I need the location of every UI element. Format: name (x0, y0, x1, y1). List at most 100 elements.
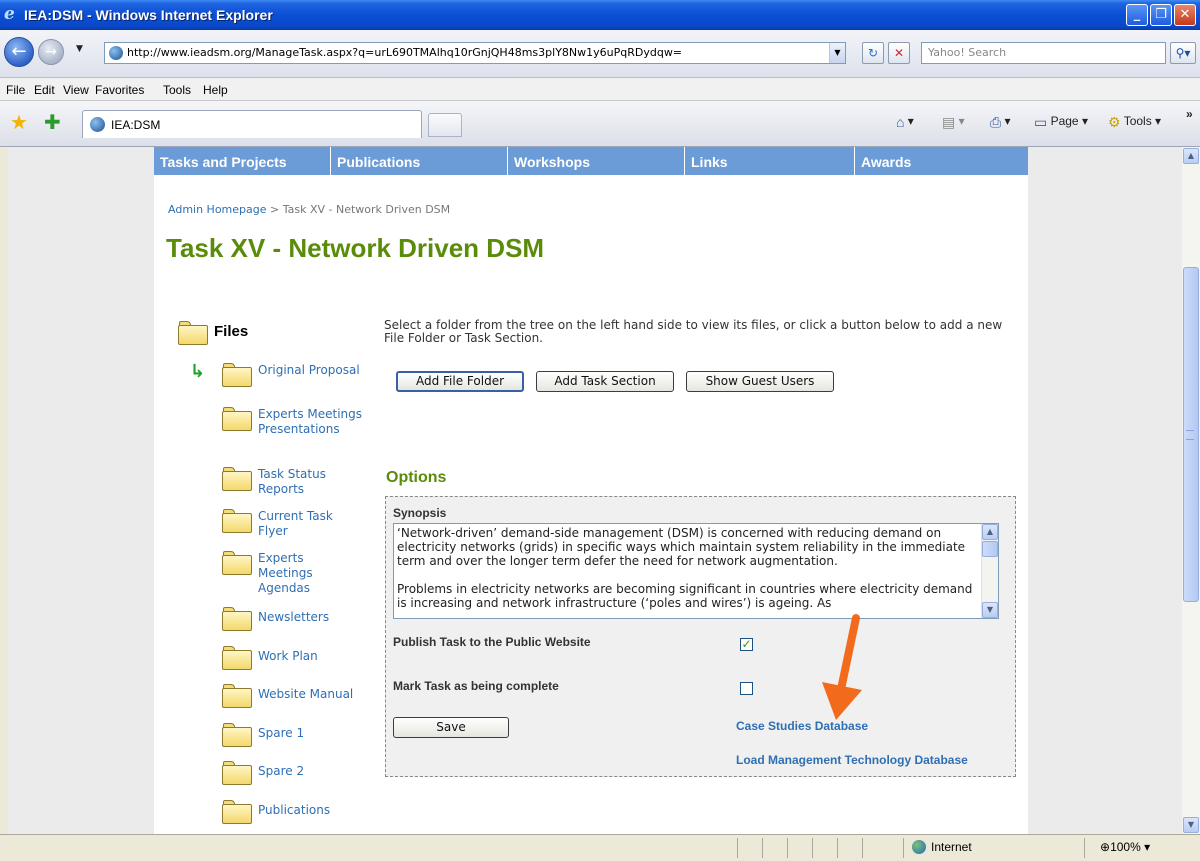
intro-text: Select a folder from the tree on the lef… (384, 318, 1003, 345)
page-scroll-up-icon[interactable]: ▲ (1183, 148, 1199, 164)
nav-links[interactable]: Links (685, 147, 855, 175)
globe-icon (912, 840, 926, 854)
site-favicon-icon (109, 46, 123, 60)
add-file-folder-button[interactable]: Add File Folder (396, 371, 524, 392)
menu-file[interactable]: File (6, 83, 25, 97)
page-scroll-down-icon[interactable]: ▼ (1183, 817, 1199, 833)
url-dropdown-icon[interactable]: ▼ (829, 43, 845, 63)
menu-help[interactable]: Help (203, 83, 228, 97)
ie-logo-icon: e (4, 4, 15, 24)
breadcrumb-separator: > (270, 203, 280, 216)
feeds-button[interactable]: ▤ ▾ (942, 114, 965, 131)
minimize-button[interactable]: _ (1126, 4, 1148, 26)
menu-favorites[interactable]: Favorites (95, 83, 144, 97)
menu-tools[interactable]: Tools (163, 83, 191, 97)
save-button[interactable]: Save (393, 717, 509, 738)
page-menu-button[interactable]: ▭ Page ▾ (1034, 114, 1088, 131)
synopsis-scrollbar[interactable]: ▲ ▼ (981, 524, 998, 618)
page-title: Task XV - Network Driven DSM (166, 233, 545, 263)
folder-link-newsletters[interactable]: Newsletters (258, 610, 378, 625)
folder-link-work-plan[interactable]: Work Plan (258, 649, 378, 664)
close-button[interactable]: ✕ (1174, 4, 1196, 26)
search-icon: ⚲▾ (1175, 46, 1191, 60)
files-title: Files (214, 323, 249, 340)
toolbar-overflow-icon[interactable]: » (1186, 107, 1193, 121)
search-button[interactable]: ⚲▾ (1170, 42, 1196, 64)
folder-icon (222, 509, 252, 533)
folder-link-original-proposal[interactable]: Original Proposal (258, 363, 378, 378)
window-title: IEA:DSM - Windows Internet Explorer (24, 7, 273, 23)
page-scrollbar[interactable]: ▲ ▼ (1182, 147, 1200, 834)
tab-favicon-icon (90, 117, 105, 132)
back-button[interactable]: ← (4, 37, 34, 67)
stop-button[interactable]: ✕ (888, 42, 910, 64)
add-favorites-icon[interactable]: ✚ (44, 112, 61, 132)
nav-workshops[interactable]: Workshops (508, 147, 685, 175)
breadcrumb-current: Task XV - Network Driven DSM (282, 203, 451, 216)
scroll-down-icon[interactable]: ▼ (982, 602, 998, 618)
forward-arrow-icon: → (45, 44, 57, 60)
home-button[interactable]: ⌂ ▾ (896, 114, 914, 130)
folder-icon (222, 800, 252, 824)
mark-complete-label: Mark Task as being complete (393, 679, 559, 693)
tab-label: IEA:DSM (111, 118, 161, 132)
status-bar: Internet ⊕100% ▾ (0, 834, 1200, 861)
folder-icon (222, 363, 252, 387)
nav-awards[interactable]: Awards (855, 147, 1028, 175)
zone-label: Internet (931, 840, 972, 854)
publish-task-checkbox[interactable]: ✓ (740, 638, 753, 651)
page-menu-label: Page (1050, 114, 1079, 128)
url-text: http://www.ieadsm.org/ManageTask.aspx?q=… (127, 46, 683, 59)
tools-menu-button[interactable]: ⚙ Tools ▾ (1108, 114, 1161, 131)
scroll-thumb[interactable] (982, 541, 998, 557)
checkmark-icon: ✓ (741, 637, 752, 651)
page-icon: ▭ (1034, 114, 1048, 130)
scroll-grip-icon (1186, 430, 1194, 440)
search-placeholder: Yahoo! Search (928, 46, 1007, 59)
folder-link-website-manual[interactable]: Website Manual (258, 687, 378, 702)
folder-icon (222, 607, 252, 631)
recent-pages-dropdown[interactable]: ▼ (76, 44, 83, 54)
load-management-technology-database-link[interactable]: Load Management Technology Database (736, 753, 968, 767)
zoom-control[interactable]: ⊕100% ▾ (1100, 840, 1150, 854)
breadcrumb-home-link[interactable]: Admin Homepage (168, 203, 267, 216)
add-task-section-button[interactable]: Add Task Section (536, 371, 674, 392)
mark-complete-checkbox[interactable] (740, 682, 753, 695)
zoom-level: 100% (1110, 840, 1141, 854)
folder-link-experts-meetings-presentations[interactable]: Experts Meetings Presentations (258, 407, 368, 437)
tree-branch-arrow-icon: ↳ (190, 361, 206, 382)
breadcrumb: Admin Homepage > Task XV - Network Drive… (168, 203, 450, 216)
browser-tab[interactable]: IEA:DSM (82, 110, 422, 138)
scroll-up-icon[interactable]: ▲ (982, 524, 998, 540)
print-button[interactable]: ⎙ ▾ (990, 114, 1011, 131)
folder-icon (222, 646, 252, 670)
folder-link-spare-1[interactable]: Spare 1 (258, 726, 378, 741)
folder-icon (222, 761, 252, 785)
folder-link-experts-meetings-agendas[interactable]: Experts Meetings Agendas (258, 551, 328, 596)
folder-link-current-task-flyer[interactable]: Current Task Flyer (258, 509, 358, 539)
site-navigation: Tasks and Projects Publications Workshop… (154, 147, 1028, 175)
maximize-button[interactable]: ❐ (1150, 4, 1172, 26)
back-arrow-icon: ← (11, 41, 27, 62)
refresh-button[interactable]: ↻ (862, 42, 884, 64)
menu-edit[interactable]: Edit (34, 83, 55, 97)
options-title: Options (386, 469, 447, 486)
files-root-folder-icon (178, 321, 208, 345)
nav-tasks-and-projects[interactable]: Tasks and Projects (154, 147, 331, 175)
favorites-center-icon[interactable]: ★ (10, 112, 28, 132)
folder-link-publications[interactable]: Publications (258, 803, 378, 818)
synopsis-textarea[interactable]: ‘Network-driven’ demand-side management … (393, 523, 999, 619)
url-field[interactable]: http://www.ieadsm.org/ManageTask.aspx?q=… (104, 42, 846, 64)
folder-link-task-status-reports[interactable]: Task Status Reports (258, 467, 348, 497)
security-zone[interactable]: Internet (912, 840, 972, 854)
forward-button[interactable]: → (38, 39, 64, 65)
options-panel: Synopsis ‘Network-driven’ demand-side ma… (385, 496, 1016, 777)
menu-view[interactable]: View (63, 83, 89, 97)
search-input[interactable]: Yahoo! Search (921, 42, 1166, 64)
tools-menu-label: Tools (1123, 114, 1152, 128)
new-tab-button[interactable] (428, 113, 462, 137)
folder-link-spare-2[interactable]: Spare 2 (258, 764, 378, 779)
nav-publications[interactable]: Publications (331, 147, 508, 175)
folder-icon (222, 684, 252, 708)
show-guest-users-button[interactable]: Show Guest Users (686, 371, 834, 392)
